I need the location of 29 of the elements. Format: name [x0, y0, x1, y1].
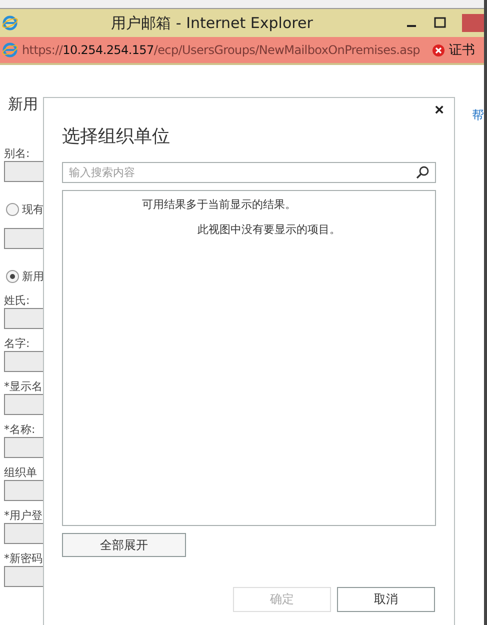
radio-button[interactable]: [6, 203, 19, 216]
field-label: 组织单: [4, 466, 38, 479]
field-label: *新密码: [4, 552, 44, 565]
browser-icon: [2, 42, 18, 58]
cancel-button[interactable]: 取消: [337, 587, 435, 612]
field-label: *显示名: [4, 380, 44, 393]
list-message: 可用结果多于当前显示的结果。: [142, 197, 296, 212]
error-icon: [432, 44, 445, 56]
certificate-warning[interactable]: 证书: [449, 41, 475, 59]
field-label: *用户登: [4, 509, 44, 522]
expand-all-button[interactable]: 全部展开: [62, 533, 186, 557]
close-button[interactable]: ×: [430, 102, 448, 120]
radio-label: 现有: [22, 202, 44, 217]
dialog-title: 选择组织单位: [62, 125, 171, 148]
maximize-icon[interactable]: [434, 17, 446, 29]
page-heading: 新用: [8, 95, 38, 115]
field-label: 名字:: [4, 337, 31, 350]
window-title: 用户邮箱 - Internet Explorer: [110, 14, 314, 32]
list-message: 此视图中没有要显示的项目。: [198, 222, 340, 237]
address-url[interactable]: https://10.254.254.157/ecp/UsersGroups/NewMailboxOnPremises.asp: [22, 43, 420, 57]
field-label: 姓氏:: [4, 294, 31, 307]
browser-icon: [2, 15, 18, 31]
search-icon[interactable]: [416, 166, 429, 179]
radio-button[interactable]: [6, 270, 19, 283]
field-label: *名称:: [4, 423, 36, 436]
radio-label: 新用: [22, 269, 44, 284]
field-label: 别名:: [4, 147, 31, 160]
search-field[interactable]: 输入搜索内容: [62, 162, 436, 183]
help-link[interactable]: 帮: [472, 107, 484, 124]
